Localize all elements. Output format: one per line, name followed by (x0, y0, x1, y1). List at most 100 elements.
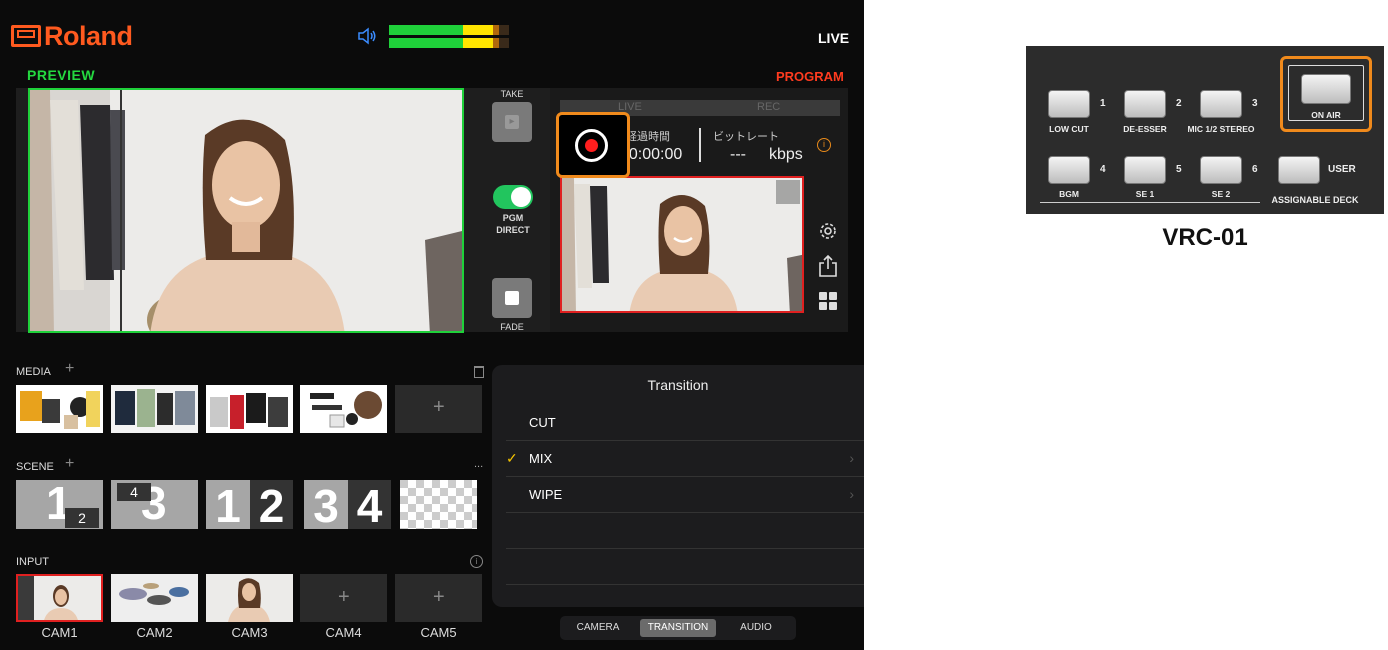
program-video-image (562, 178, 802, 311)
media-thumb-2[interactable] (111, 385, 198, 433)
device-button-4[interactable] (1048, 156, 1090, 184)
media-label: MEDIA (16, 366, 51, 378)
elapsed-time-label: 経過時間 (626, 131, 670, 143)
pgm-direct-toggle[interactable] (493, 185, 533, 209)
device-button-5-num: 5 (1176, 164, 1182, 175)
more-icon[interactable]: ... (474, 458, 483, 470)
scene-4-right: 4 (348, 480, 391, 529)
speaker-icon[interactable] (357, 27, 377, 45)
record-button[interactable] (575, 129, 608, 162)
scene-label: SCENE (16, 461, 54, 473)
media-thumb-1[interactable] (16, 385, 103, 433)
input-cam5[interactable]: + (395, 574, 482, 622)
transition-mix-label: MIX (529, 451, 553, 466)
scene-4[interactable]: 3 4 (304, 480, 391, 529)
roland-logo: Roland (11, 21, 133, 51)
preview-monitor[interactable] (28, 88, 464, 333)
media-thumb-4[interactable] (300, 385, 387, 433)
transition-empty-row (506, 513, 864, 549)
device-button-6-label: SE 2 (1211, 189, 1231, 199)
transition-item-cut[interactable]: CUT (506, 405, 864, 441)
audio-meter-left (389, 25, 509, 35)
device-button-6[interactable] (1200, 156, 1242, 184)
device-button-4-label: BGM (1059, 189, 1079, 199)
record-dot-icon (585, 139, 598, 152)
add-media-button[interactable]: + (395, 385, 482, 433)
tab-transition[interactable]: TRANSITION (640, 619, 716, 637)
scene-1-sub: 2 (65, 508, 99, 528)
tab-camera[interactable]: CAMERA (566, 619, 630, 637)
device-button-3[interactable] (1200, 90, 1242, 118)
plus-icon: + (338, 586, 350, 608)
input-cam4-label: CAM4 (325, 625, 362, 640)
assignable-line (1040, 202, 1260, 203)
gear-icon[interactable] (817, 220, 839, 242)
device-button-1[interactable] (1048, 90, 1090, 118)
info-icon[interactable]: i (817, 138, 831, 152)
device-button-6-num: 6 (1252, 164, 1258, 175)
program-monitor[interactable] (560, 176, 804, 313)
audio-meter-right (389, 38, 509, 48)
transition-item-mix[interactable]: ✓ MIX › (506, 441, 864, 477)
device-button-3-label: MIC 1/2 STEREO (1187, 124, 1255, 134)
on-air-label: ON AIR (1291, 110, 1361, 120)
device-button-2-num: 2 (1176, 98, 1182, 109)
device-button-2[interactable] (1124, 90, 1166, 118)
transition-cut-label: CUT (529, 415, 556, 430)
play-arrow-icon: ▸ (505, 115, 519, 129)
scene-3[interactable]: 1 2 (206, 480, 293, 529)
bitrate-value: --- (730, 146, 746, 163)
scene-5-transparent[interactable] (400, 480, 477, 529)
device-button-5-label: SE 1 (1135, 189, 1155, 199)
device-button-5[interactable] (1124, 156, 1166, 184)
assignable-deck-label: ASSIGNABLE DECK (1271, 195, 1359, 205)
stop-square-icon (505, 291, 519, 305)
input-cam3[interactable] (206, 574, 293, 622)
scene-1[interactable]: 1 2 (16, 480, 103, 529)
grid-icon[interactable] (818, 291, 838, 311)
tab-audio[interactable]: AUDIO (724, 619, 788, 637)
bottom-tab-bar: CAMERA TRANSITION AUDIO (560, 616, 796, 640)
media-thumb-3[interactable] (206, 385, 293, 433)
fullscreen-icon[interactable] (776, 180, 800, 204)
input-cam4[interactable]: + (300, 574, 387, 622)
device-button-4-num: 4 (1100, 164, 1106, 175)
preview-video-image (30, 90, 462, 331)
input-info-icon[interactable]: i (470, 555, 483, 568)
take-button[interactable]: ▸ (492, 102, 532, 142)
pgm-direct-line1: PGM (502, 213, 524, 223)
scene-3-left: 1 (206, 480, 250, 529)
checkmark-icon: ✓ (506, 450, 518, 466)
add-scene-icon[interactable]: + (65, 455, 74, 473)
user-button[interactable] (1278, 156, 1320, 184)
transition-empty-row (506, 549, 864, 585)
trash-icon[interactable] (474, 366, 484, 378)
share-icon[interactable] (818, 254, 838, 278)
divider (699, 128, 701, 162)
transition-item-wipe[interactable]: WIPE › (506, 477, 864, 513)
fade-label: FADE (500, 322, 524, 332)
input-label: INPUT (16, 556, 49, 568)
logo-text: Roland (44, 20, 133, 51)
scene-4-left: 3 (304, 480, 348, 529)
app-window: Roland LIVE PREVIEW PROGRAM TAKE ▸ PGM D… (0, 0, 864, 650)
transition-title: Transition (647, 377, 709, 393)
fade-button[interactable] (492, 278, 532, 318)
input-cam2[interactable] (111, 574, 198, 622)
chevron-right-icon: › (849, 486, 854, 502)
roland-mark-icon (11, 25, 41, 47)
device-button-2-label: DE-ESSER (1123, 124, 1167, 134)
plus-icon: + (433, 586, 445, 608)
device-title: VRC-01 (1162, 224, 1248, 251)
bitrate-unit: kbps (769, 146, 803, 163)
input-cam2-label: CAM2 (136, 625, 173, 640)
add-media-icon[interactable]: + (65, 360, 74, 378)
scene-2-sub: 4 (117, 483, 151, 501)
scene-2[interactable]: 3 4 (111, 480, 198, 529)
bitrate-label: ビットレート (713, 131, 779, 143)
input-cam1[interactable] (16, 574, 103, 622)
live-indicator: LIVE (818, 30, 850, 46)
pgm-direct-label: PGM DIRECT (488, 212, 538, 236)
program-label: PROGRAM (776, 69, 844, 84)
on-air-button[interactable] (1301, 74, 1351, 104)
